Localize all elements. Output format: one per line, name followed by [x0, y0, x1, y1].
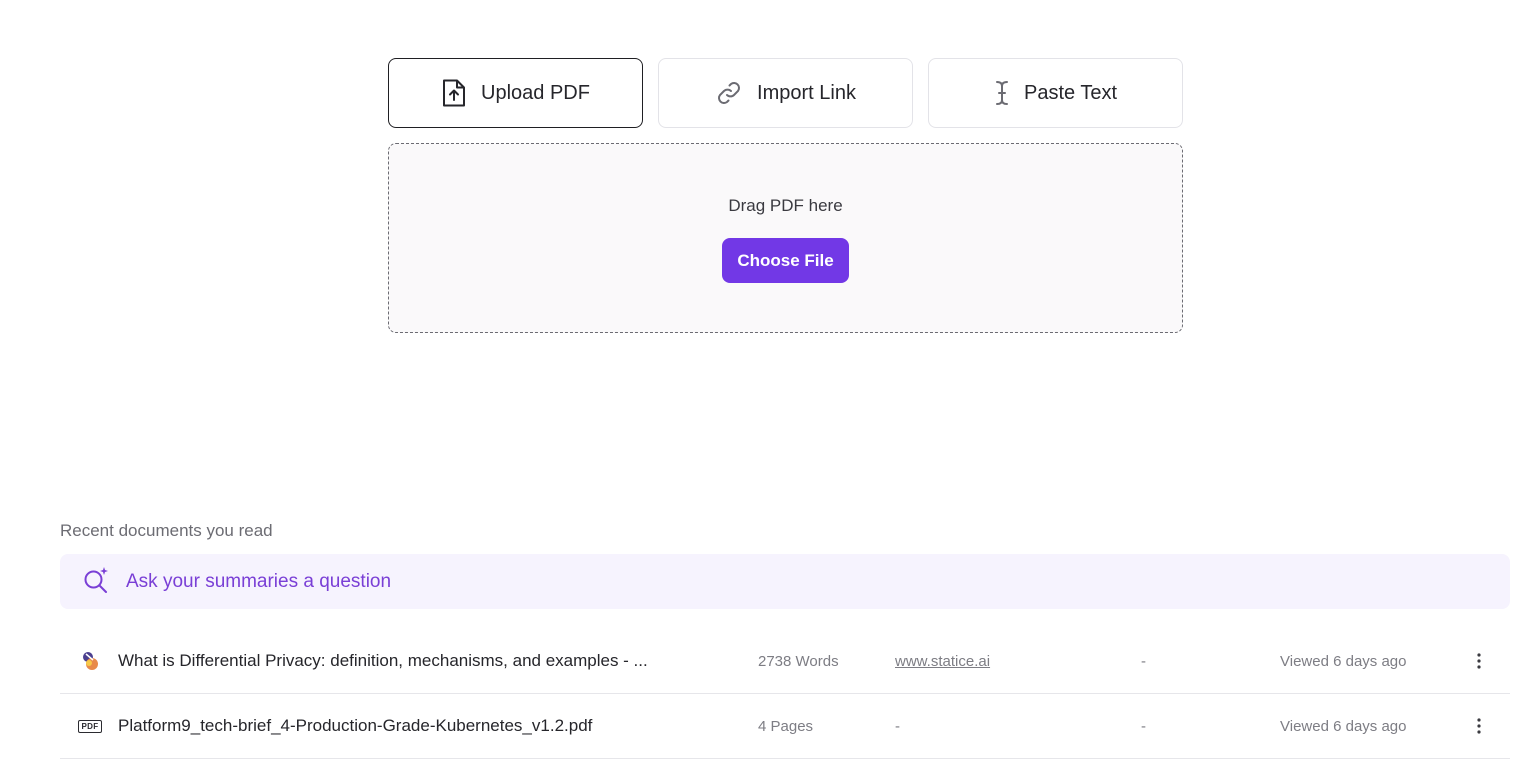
pdf-badge-label: PDF	[77, 719, 103, 733]
document-word-count: 2738 Words	[758, 652, 839, 670]
document-viewed-time: Viewed 6 days ago	[1280, 652, 1407, 670]
dropzone-text: Drag PDF here	[728, 196, 843, 215]
site-favicon-icon	[72, 629, 108, 693]
document-source: -	[895, 717, 900, 735]
document-title[interactable]: What is Differential Privacy: definition…	[118, 629, 648, 693]
tab-import-link-label: Import Link	[757, 81, 856, 104]
document-viewed-time: Viewed 6 days ago	[1280, 717, 1407, 735]
document-source-link[interactable]: www.statice.ai	[895, 629, 990, 693]
link-icon	[715, 79, 743, 107]
input-mode-tabs: Upload PDF Import Link Paste Text	[388, 58, 1183, 128]
recent-documents-title: Recent documents you read	[60, 521, 273, 540]
page: Upload PDF Import Link Paste Text Drag P…	[0, 0, 1514, 767]
ask-summaries-placeholder: Ask your summaries a question	[126, 570, 392, 592]
pdf-file-icon: PDF	[72, 694, 108, 758]
choose-file-button[interactable]: Choose File	[722, 238, 849, 283]
more-options-icon[interactable]	[1464, 694, 1494, 758]
more-options-icon[interactable]	[1464, 629, 1494, 693]
tab-paste-text-label: Paste Text	[1023, 81, 1118, 104]
tab-upload-pdf-label: Upload PDF	[481, 81, 590, 104]
text-cursor-icon	[994, 79, 1010, 107]
document-row[interactable]: PDF Platform9_tech-brief_4-Production-Gr…	[60, 694, 1510, 759]
document-placeholder-dash: -	[1141, 717, 1146, 735]
search-sparkle-icon	[82, 565, 110, 598]
tab-upload-pdf[interactable]: Upload PDF	[388, 58, 643, 128]
document-row[interactable]: What is Differential Privacy: definition…	[60, 629, 1510, 694]
pdf-dropzone[interactable]: Drag PDF here Choose File	[388, 143, 1183, 333]
document-page-count: 4 Pages	[758, 717, 814, 735]
document-title[interactable]: Platform9_tech-brief_4-Production-Grade-…	[118, 694, 592, 758]
tab-import-link[interactable]: Import Link	[658, 58, 913, 128]
tab-paste-text[interactable]: Paste Text	[928, 58, 1183, 128]
upload-file-icon	[441, 78, 467, 108]
document-placeholder-dash: -	[1141, 652, 1146, 670]
ask-summaries-input[interactable]: Ask your summaries a question	[60, 554, 1510, 609]
